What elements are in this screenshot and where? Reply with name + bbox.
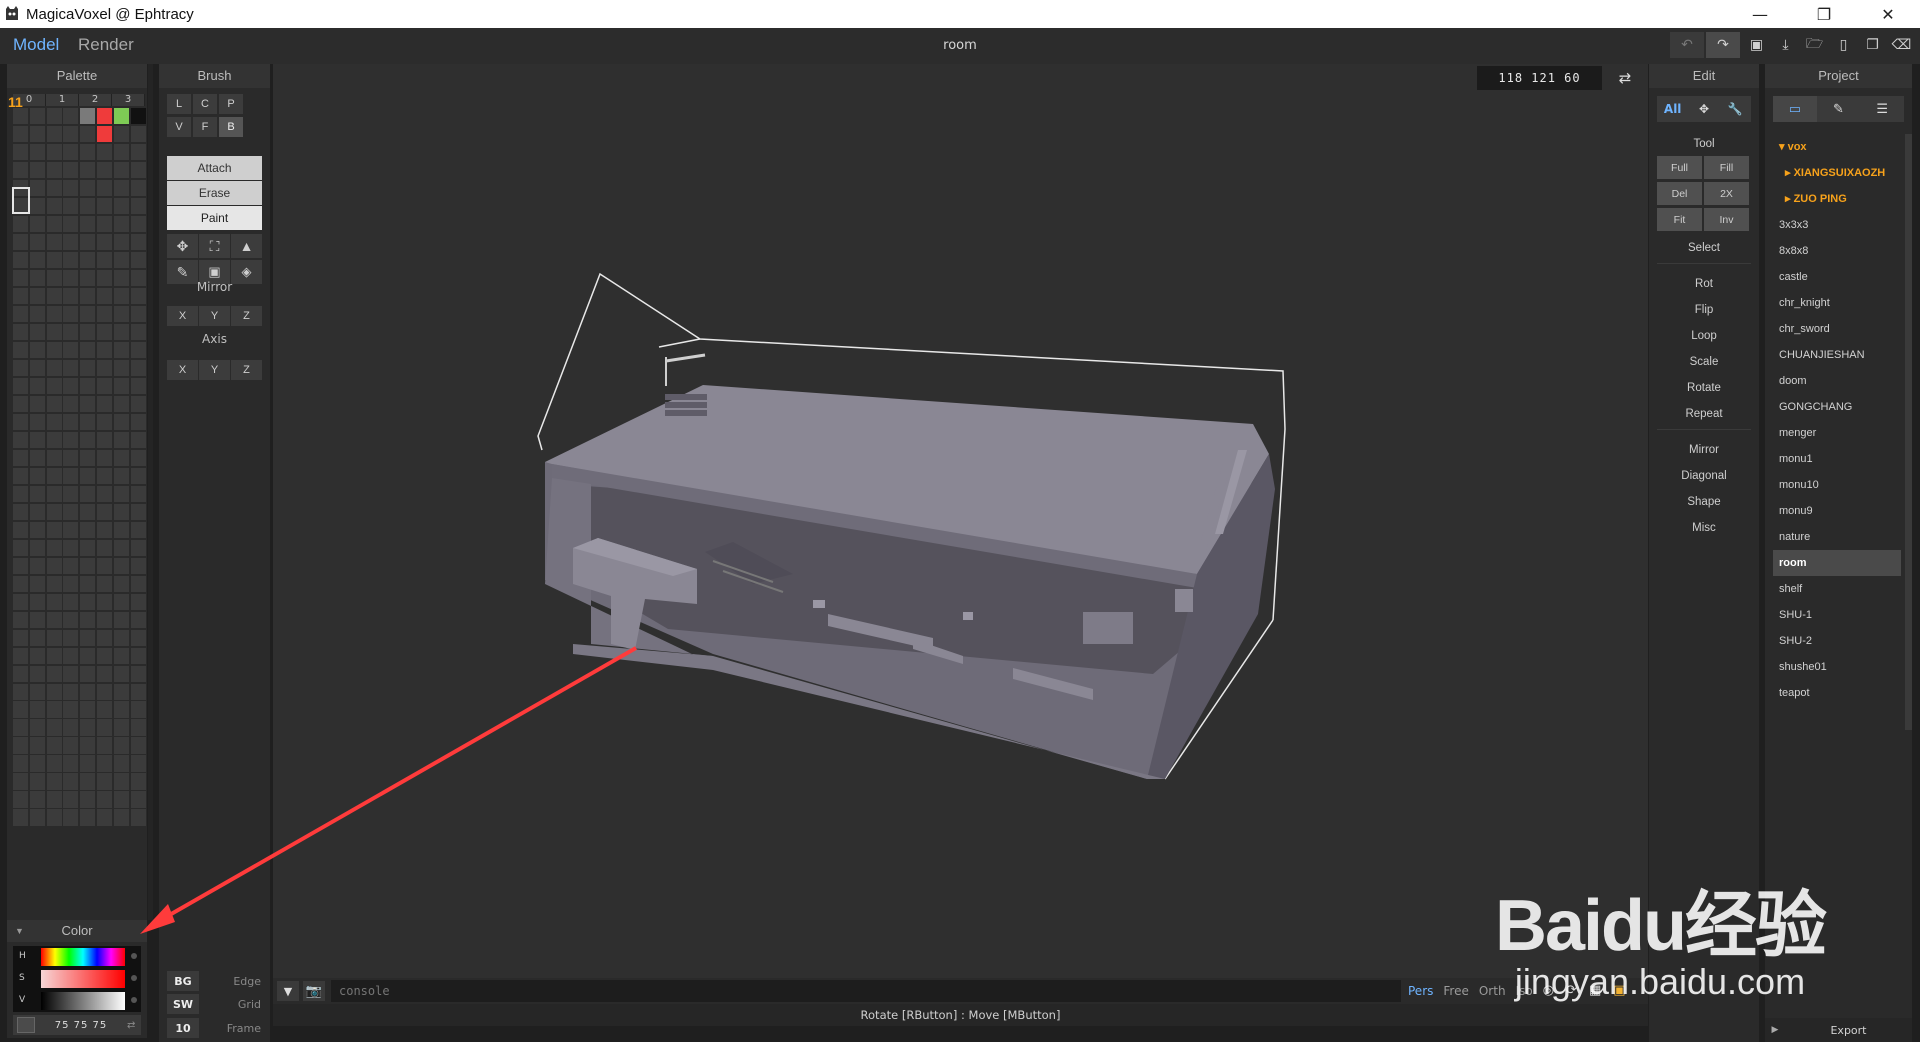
annotation-arrow xyxy=(140,646,637,934)
